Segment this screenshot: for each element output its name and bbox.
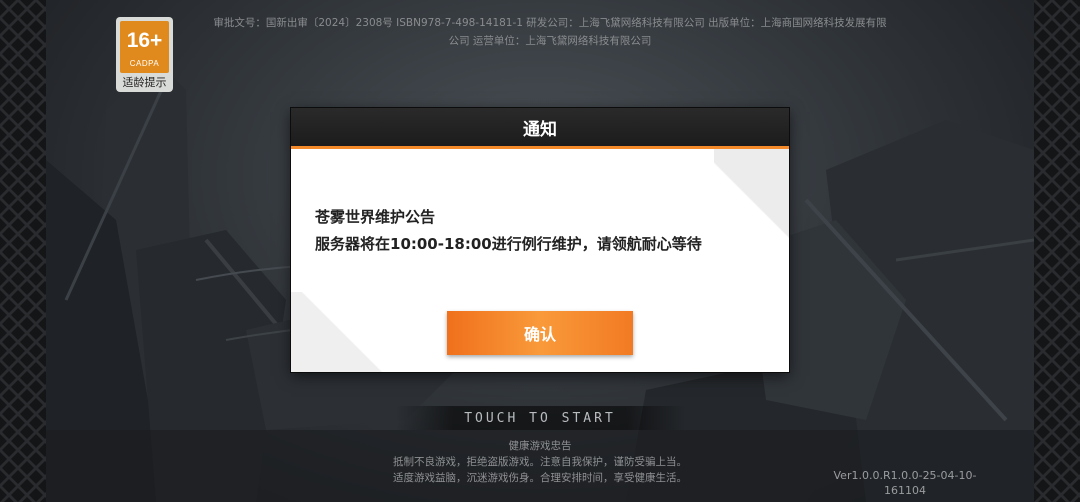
version-line2: 161104 (884, 484, 926, 497)
dialog-corner-decoration-bottom (291, 292, 411, 372)
dialog-message: 苍雾世界维护公告 服务器将在10:00-18:00进行例行维护，请领航耐心等待 (315, 204, 765, 258)
dialog-message-line2: 服务器将在10:00-18:00进行例行维护，请领航耐心等待 (315, 235, 702, 253)
age-rating-org: CADPA (129, 59, 160, 68)
notice-dialog: 通知 苍雾世界维护公告 服务器将在10:00-18:00进行例行维护，请领航耐心… (291, 108, 789, 372)
age-rating-icon: 16+ CADPA (120, 21, 169, 73)
age-rating-caption: 适龄提示 (122, 76, 167, 89)
publishing-info-line1: 审批文号：国新出审〔2024〕2308号 ISBN978-7-498-14181… (213, 17, 887, 29)
confirm-button-label: 确认 (523, 325, 556, 344)
dialog-title: 通知 (523, 119, 557, 140)
age-rating-badge: 16+ CADPA 适龄提示 (116, 17, 173, 92)
health-notice: 健康游戏忠告 抵制不良游戏，拒绝盗版游戏。注意自我保护，谨防受骗上当。 适度游戏… (340, 438, 740, 486)
version-info: Ver1.0.0.R1.0.0-25-04-10- 161104 (820, 468, 990, 498)
version-line1: Ver1.0.0.R1.0.0-25-04-10- (833, 469, 977, 482)
health-notice-line2: 适度游戏益脑，沉迷游戏伤身。合理安排时间，享受健康生活。 (393, 472, 687, 484)
health-notice-title: 健康游戏忠告 (508, 440, 572, 452)
health-notice-line1: 抵制不良游戏，拒绝盗版游戏。注意自我保护，谨防受骗上当。 (393, 456, 687, 468)
left-border-pattern (0, 0, 46, 502)
confirm-button[interactable]: 确认 (447, 311, 633, 355)
touch-to-start-bar[interactable]: TOUCH TO START (395, 406, 685, 430)
publishing-info: 审批文号：国新出审〔2024〕2308号 ISBN978-7-498-14181… (180, 14, 920, 50)
publishing-info-line2: 公司 运营单位：上海飞黛网络科技有限公司 (448, 35, 652, 47)
dialog-header: 通知 (291, 108, 789, 149)
touch-to-start-label: TOUCH TO START (464, 410, 616, 426)
right-border-pattern (1034, 0, 1080, 502)
age-rating-number: 16+ (126, 29, 163, 52)
dialog-message-line1: 苍雾世界维护公告 (315, 208, 436, 226)
